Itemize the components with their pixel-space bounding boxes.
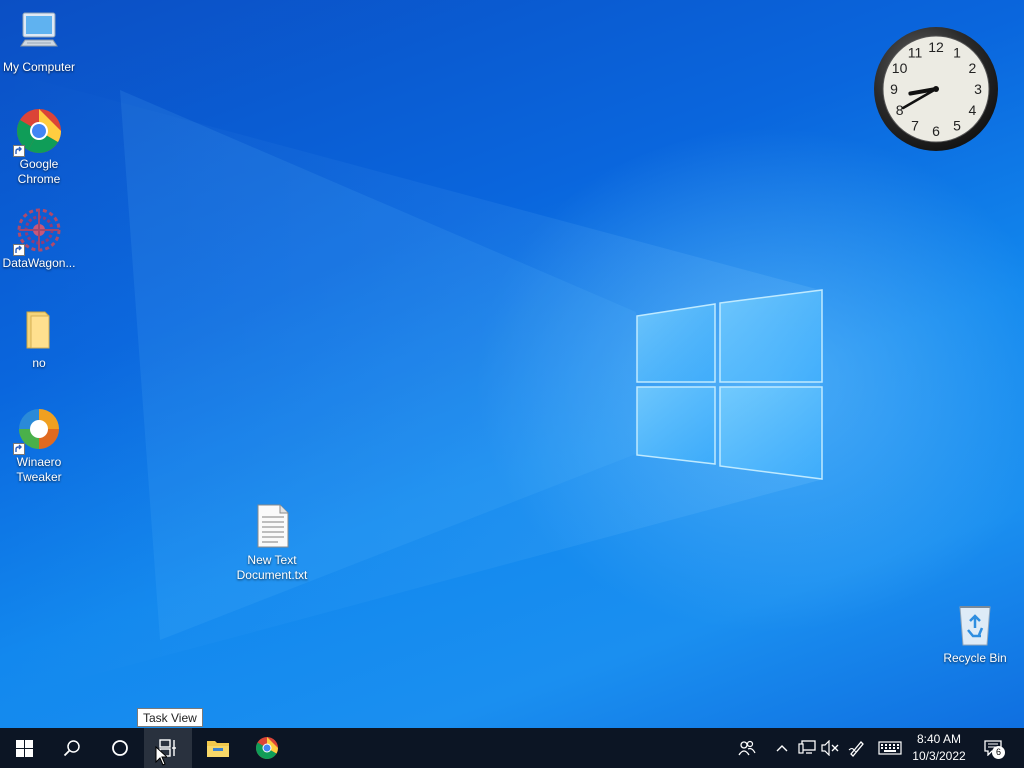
chevron-up-icon (776, 745, 788, 752)
desktop-icon-label: New Text Document.txt (236, 553, 308, 582)
clock-numeral: 9 (890, 81, 898, 97)
desktop-icon-my-computer[interactable]: My Computer (0, 10, 79, 75)
desktop-icon-label: Google Chrome (17, 157, 61, 186)
datawagon-icon (13, 206, 63, 256)
desktop-icon-label: DataWagon... (2, 256, 76, 270)
notification-count-badge: 6 (992, 746, 1005, 759)
task-view-tooltip: Task View (137, 708, 203, 727)
wallpaper (0, 70, 823, 700)
desktop-icon-label: My Computer (2, 60, 76, 74)
clock-numeral: 3 (974, 81, 982, 97)
tray-time: 8:40 AM (916, 732, 962, 746)
pen-icon (848, 741, 864, 757)
text-file-icon (248, 503, 296, 551)
folder-icon (15, 306, 63, 354)
volume-muted-icon (821, 740, 839, 756)
file-explorer-icon (207, 741, 229, 757)
shortcut-arrow-icon (13, 443, 25, 455)
search-icon (63, 740, 80, 757)
desktop[interactable]: My Computer Google Chrome DataWagon... n… (0, 0, 1024, 728)
desktop-icon-winaero-tweaker[interactable]: Winaero Tweaker (0, 405, 79, 485)
desktop-icon-label: Recycle Bin (943, 651, 1007, 665)
recycle-bin-icon (951, 601, 999, 649)
start-button[interactable] (0, 728, 48, 768)
cortana-icon (112, 740, 128, 756)
desktop-icon-new-text-document[interactable]: New Text Document.txt (232, 503, 312, 583)
shortcut-arrow-icon (13, 145, 25, 157)
volume-button[interactable] (820, 728, 840, 768)
touch-keyboard-button[interactable] (876, 728, 904, 768)
keyboard-icon (878, 741, 902, 755)
desktop-icon-recycle-bin[interactable]: Recycle Bin (935, 601, 1015, 666)
cortana-button[interactable] (96, 728, 144, 768)
clock-numeral: 10 (892, 60, 908, 76)
windows-logo-icon (15, 739, 33, 757)
desktop-icon-no-folder[interactable]: no (0, 306, 79, 371)
chrome-taskbar-button[interactable] (243, 728, 291, 768)
clock-numeral: 6 (932, 123, 940, 139)
clock-numeral: 1 (953, 45, 961, 61)
people-button[interactable] (734, 728, 760, 768)
shortcut-arrow-icon (13, 244, 25, 256)
file-explorer-button[interactable] (194, 728, 242, 768)
desktop-icon-label: Winaero Tweaker (16, 455, 62, 484)
network-icon (798, 740, 816, 754)
clock-numeral: 7 (911, 117, 919, 133)
taskbar: 8:40 AM 10/3/2022 6 (0, 728, 1024, 768)
clock-gadget[interactable]: 12 1 2 3 4 5 6 7 8 9 10 11 (872, 25, 1000, 153)
clock-numeral: 4 (969, 102, 977, 118)
network-button[interactable] (796, 728, 818, 768)
clock-numeral: 8 (896, 102, 904, 118)
clock-numeral: 5 (953, 117, 961, 133)
pen-workspace-button[interactable] (846, 728, 868, 768)
search-button[interactable] (48, 728, 96, 768)
tray-date: 10/3/2022 (912, 749, 966, 763)
action-center-button[interactable]: 6 (980, 728, 1006, 768)
task-view-button[interactable] (144, 728, 192, 768)
clock-numeral: 12 (928, 39, 944, 55)
computer-icon (15, 10, 63, 58)
chrome-icon (13, 107, 63, 157)
clock-numeral: 11 (908, 45, 923, 61)
desktop-icon-datawagon[interactable]: DataWagon... (0, 206, 79, 271)
desktop-icon-google-chrome[interactable]: Google Chrome (0, 107, 79, 187)
clock-numeral: 2 (969, 60, 977, 76)
desktop-icon-label: no (32, 356, 46, 370)
show-hidden-icons-button[interactable] (772, 728, 792, 768)
chrome-icon (256, 737, 278, 759)
people-icon (738, 740, 756, 756)
clock-tray[interactable]: 8:40 AM 10/3/2022 (906, 731, 972, 765)
mouse-cursor-icon (155, 746, 167, 766)
winaero-icon (13, 405, 63, 455)
